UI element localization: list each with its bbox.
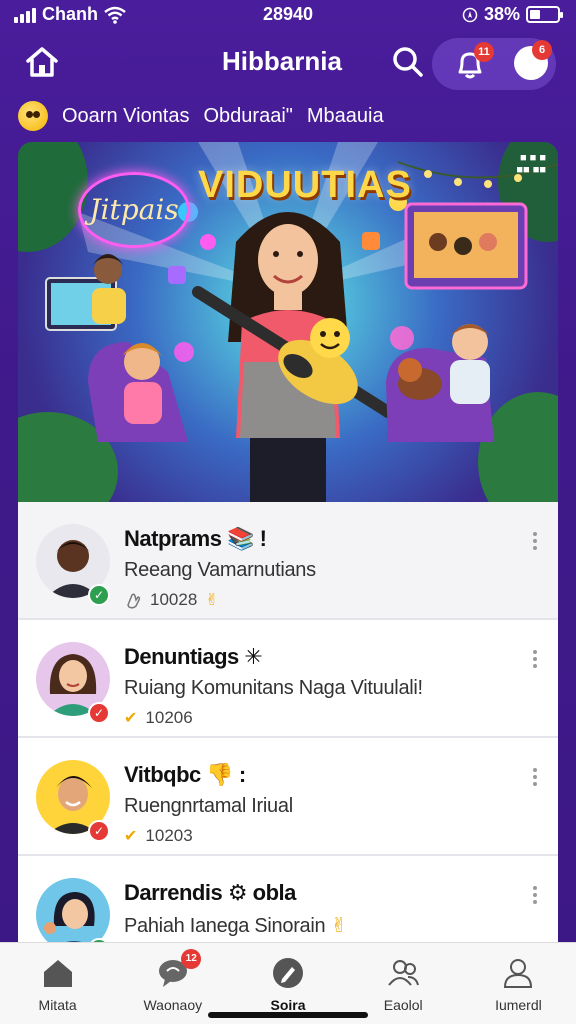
nav-item-home[interactable]: Mitata [0,943,115,1024]
thumbs-icon: ✔ [124,828,138,845]
home-icon [43,960,72,987]
list-item[interactable]: ✓ Vitbqbc 👎 : Ruengnrtamal Iriual ✔ 1020… [18,738,558,856]
post-author: Vitbqbc 👎 : [124,762,246,787]
home-indicator [208,1012,368,1018]
search-icon[interactable] [388,42,428,82]
notification-badge: 11 [474,42,494,62]
location-icon [462,7,478,22]
category-strip: Ooarn Viontas Obduraai" Mbaauia [18,100,558,132]
post-count: 10028 [150,590,198,609]
post-author: Darrendis ⚙ obla [124,880,296,905]
compose-icon [273,958,303,988]
thumbs-icon: ✌ [330,915,348,937]
post-subtitle: Pahiah Ianega Sinorain ✌ [124,915,348,937]
list-item[interactable]: ✓ Denuntiags ✳ Ruiang Komunitans Naga Vi… [18,620,558,738]
status-bar: Chanh 28940 38% [0,0,576,30]
post-subtitle: Ruiang Komunitans Naga Vituulali! [124,677,423,699]
nav-label: Mitata [38,997,77,1013]
post-meta: 10028 ✌ [124,590,219,610]
more-options-icon[interactable] [530,768,540,788]
banner-neon-sign: Jitpais [78,172,190,248]
community-icon [388,960,420,986]
category-item[interactable]: Obduraai" [204,105,293,128]
category-item[interactable]: Mbaauia [307,105,384,128]
profile-badge: 6 [532,40,552,60]
nav-label: Iumerdl [495,997,542,1013]
post-meta: ✔ 10203 [124,826,193,846]
nav-label: Waonaoy [143,997,203,1013]
category-item[interactable]: Ooarn Viontas [62,105,190,128]
list-item[interactable]: ✓ Darrendis ⚙ obla Pahiah Ianega Sinorai… [18,856,558,942]
post-meta: ✔ 10206 [124,708,193,728]
post-subtitle: Ruengnrtamal Iriual [124,795,293,817]
list-item[interactable]: ✓ Natprams 📚 ! Reeang Vamarnutians 10028… [18,502,558,620]
nav-label: Soira [270,997,306,1013]
status-right: 38% [462,4,563,25]
emoji-face-icon [18,101,48,131]
battery-percent: 38% [483,4,520,24]
app-header: Hibbarnia 11 6 [0,34,576,90]
profile-icon [504,959,533,988]
avatar[interactable] [36,878,110,942]
banner-title: VIDUUTIAS [198,164,412,206]
battery-icon [526,6,563,23]
nav-label: Eaolol [383,997,423,1013]
post-author: Natprams 📚 ! [124,526,267,551]
verified-badge: ✓ [88,584,110,606]
post-feed: ✓ Natprams 📚 ! Reeang Vamarnutians 10028… [18,502,558,942]
post-subtitle: Reeang Vamarnutians [124,559,316,581]
status-badge: ✓ [88,820,110,842]
status-badge: ✓ [88,702,110,724]
post-count: 10203 [145,826,193,845]
banner-corner-text: ■ ■ ■ ■■ ■■ [516,152,546,176]
more-options-icon[interactable] [530,650,540,670]
chat-badge: 12 [181,949,202,969]
nav-item-profile[interactable]: Iumerdl [461,943,576,1024]
clap-icon [127,593,141,609]
featured-banner[interactable]: Jitpais VIDUUTIAS ■ ■ ■ ■■ ■■ [18,142,558,502]
more-options-icon[interactable] [530,532,540,552]
post-author: Denuntiags ✳ [124,644,263,669]
more-options-icon[interactable] [530,886,540,906]
thumbs-icon: ✌ [205,592,219,609]
post-count: 10206 [145,708,193,727]
thumbs-icon: ✔ [124,710,138,727]
